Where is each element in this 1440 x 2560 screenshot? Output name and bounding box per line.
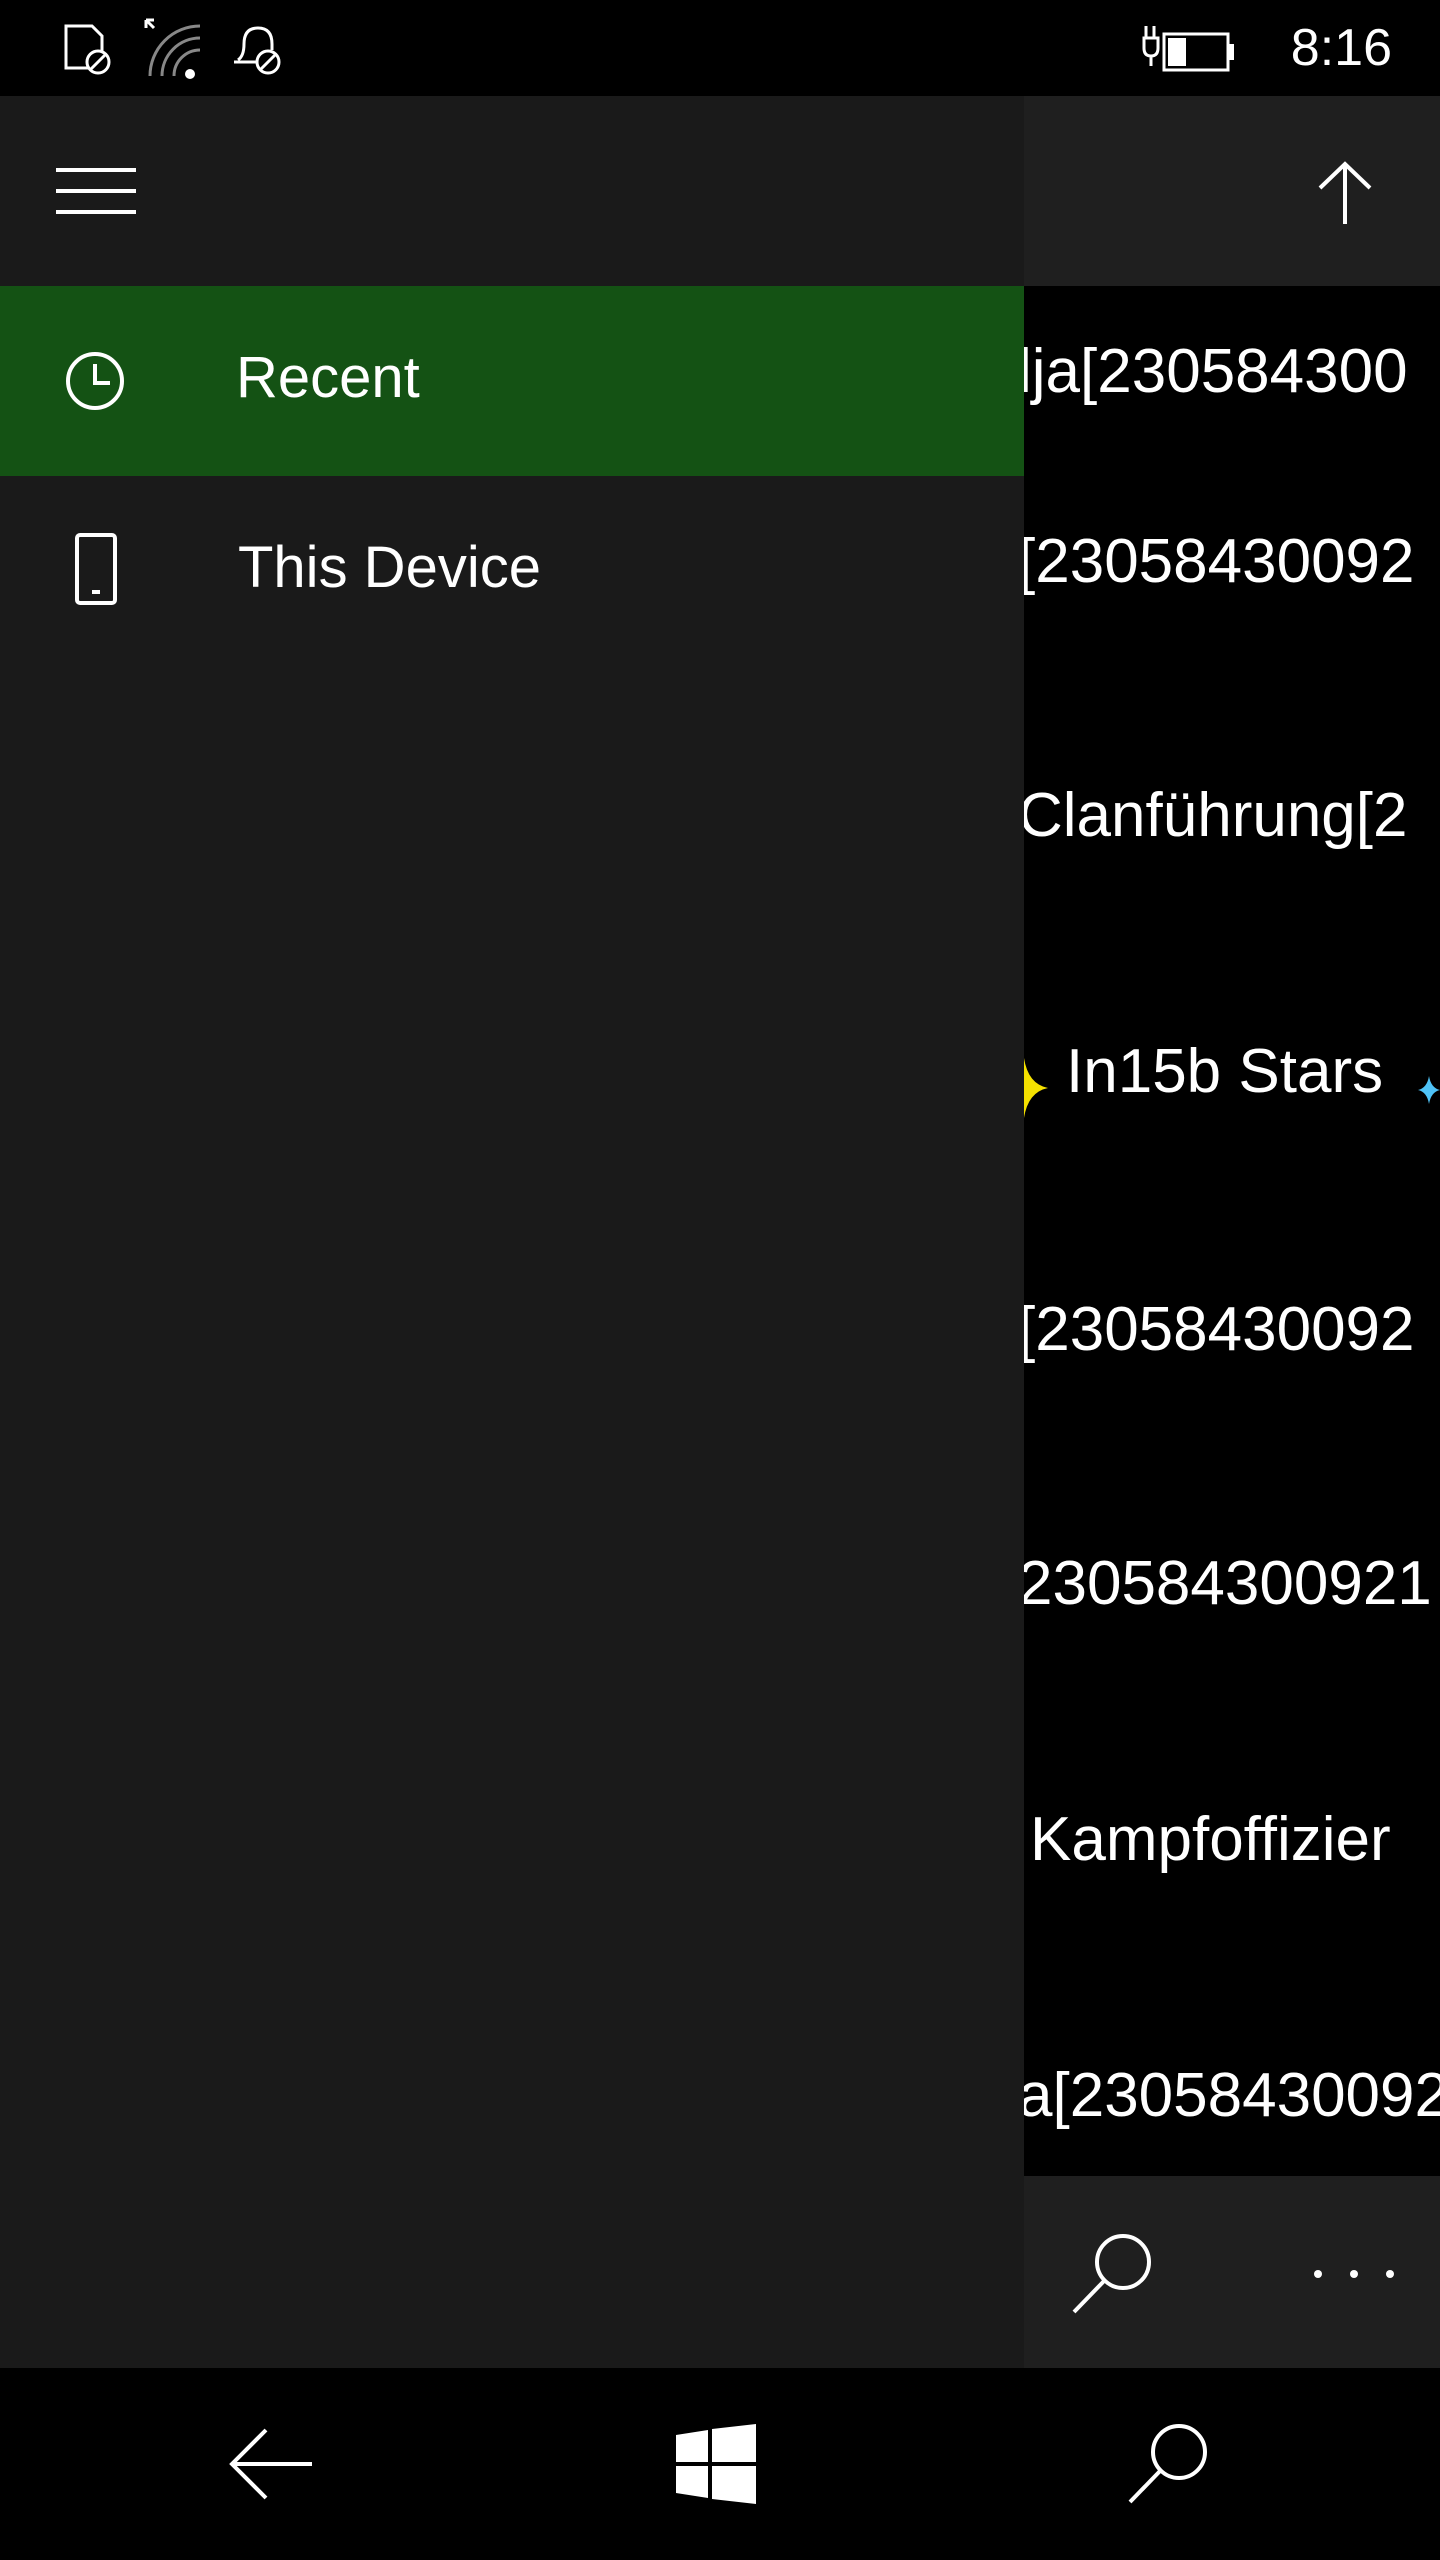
- file-name: [23058430092: [1024, 527, 1415, 596]
- yellow-sparkle-icon: [1024, 1058, 1048, 1118]
- navigation-pane: Recent This Device: [0, 96, 1024, 2368]
- more-ellipsis-icon[interactable]: [1304, 2262, 1404, 2286]
- blue-sparkle-icon: [1418, 1076, 1440, 1104]
- file-name: In15b Stars: [1066, 1037, 1384, 1106]
- list-item[interactable]: 230584300921: [1024, 1498, 1440, 1753]
- search-icon[interactable]: [1124, 2418, 1214, 2508]
- nav-pane-header: [0, 96, 1024, 286]
- file-name: a[23058430092: [1024, 2061, 1440, 2130]
- file-name: [23058430092: [1024, 1295, 1415, 1364]
- list-item[interactable]: [23058430092: [1024, 476, 1440, 731]
- list-item[interactable]: a[23058430092: [1024, 2010, 1440, 2176]
- battery-charging-icon: [1142, 26, 1234, 72]
- quiet-hours-icon: [234, 26, 281, 75]
- wifi-signal-icon: [144, 18, 201, 79]
- list-item[interactable]: [23058430092: [1024, 1244, 1440, 1499]
- file-list: lja[230584300 [23058430092 Clanführung[2…: [1024, 286, 1440, 2176]
- app-bar: [1024, 2176, 1440, 2368]
- clock-icon: [66, 352, 124, 410]
- file-name: lja[230584300: [1024, 337, 1408, 406]
- list-item[interactable]: Clanführung[2: [1024, 730, 1440, 985]
- clock-time: 8:16: [1290, 19, 1392, 77]
- back-icon[interactable]: [228, 2426, 314, 2502]
- up-arrow-icon[interactable]: [1310, 158, 1380, 228]
- no-sim-icon: [64, 24, 111, 75]
- file-name: Kampfoffizier: [1030, 1805, 1391, 1874]
- status-bar: 8:16: [0, 0, 1440, 96]
- windows-start-icon[interactable]: [676, 2424, 756, 2504]
- file-name: 230584300921: [1024, 1549, 1432, 1618]
- nav-item-recent[interactable]: Recent: [0, 286, 1024, 476]
- content-header: [1024, 96, 1440, 286]
- phone-device-icon: [75, 533, 117, 605]
- nav-item-label: Recent: [236, 345, 420, 410]
- search-icon[interactable]: [1068, 2228, 1158, 2318]
- system-nav-bar: [0, 2368, 1440, 2560]
- list-item[interactable]: Kampfoffizier: [1024, 1754, 1440, 2009]
- file-name: Clanführung[2: [1024, 781, 1408, 850]
- nav-item-label: This Device: [238, 535, 541, 600]
- hamburger-menu-icon[interactable]: [56, 166, 136, 216]
- nav-item-this-device[interactable]: This Device: [0, 476, 1024, 666]
- list-item[interactable]: In15b Stars: [1024, 986, 1440, 1241]
